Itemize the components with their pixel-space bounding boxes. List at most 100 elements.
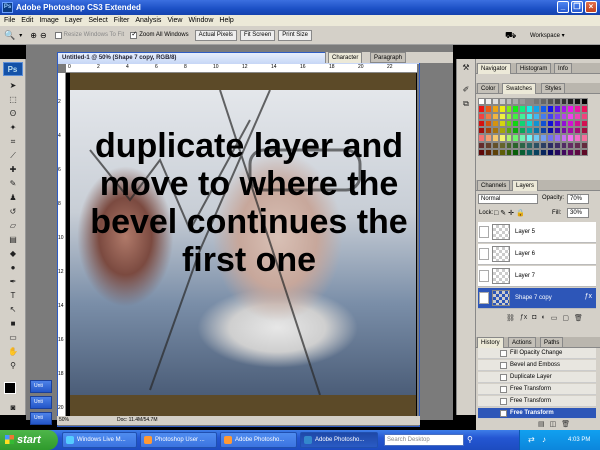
actual-pixels-button[interactable]: Actual Pixels: [194, 29, 237, 41]
layer-row[interactable]: Layer 7: [478, 266, 596, 287]
color-swatch[interactable]: [567, 134, 575, 142]
menu-layer[interactable]: Layer: [65, 17, 83, 24]
color-swatch[interactable]: [484, 141, 492, 149]
blur-tool-icon[interactable]: ◆: [8, 249, 18, 259]
color-swatch[interactable]: [526, 148, 533, 156]
color-swatch[interactable]: [546, 105, 554, 113]
color-swatch[interactable]: [519, 134, 527, 142]
color-swatch[interactable]: [539, 148, 547, 156]
close-button[interactable]: ×: [585, 1, 597, 13]
color-swatch[interactable]: [484, 112, 492, 120]
color-swatch[interactable]: [505, 98, 513, 106]
color-swatch[interactable]: [553, 98, 561, 106]
color-swatch[interactable]: [491, 148, 499, 156]
tab-navigator[interactable]: Navigator: [477, 63, 511, 74]
color-swatch[interactable]: [581, 134, 588, 142]
horizontal-ruler[interactable]: 0 2 4 6 8 10 12 14 16 18 20 22: [66, 64, 417, 73]
layer-visibility-toggle[interactable]: [479, 270, 489, 282]
tab-styles[interactable]: Styles: [541, 83, 566, 94]
healing-brush-tool-icon[interactable]: ✚: [8, 165, 18, 175]
color-swatch[interactable]: [581, 98, 588, 106]
color-swatch[interactable]: [574, 112, 582, 120]
color-swatch[interactable]: [505, 127, 513, 135]
color-swatch[interactable]: [526, 98, 533, 106]
menu-image[interactable]: Image: [39, 17, 58, 24]
tool-presets-icon[interactable]: ⚒: [461, 63, 471, 73]
gradient-tool-icon[interactable]: ▤: [8, 235, 18, 245]
color-swatch[interactable]: [498, 134, 506, 142]
color-swatch[interactable]: [581, 105, 588, 113]
tab-layers[interactable]: Layers: [512, 180, 539, 191]
color-swatch[interactable]: [560, 148, 568, 156]
marquee-tool-icon[interactable]: ⬚: [8, 95, 18, 105]
layer-row[interactable]: Layer 6: [478, 244, 596, 265]
color-swatch[interactable]: [526, 141, 533, 149]
brushes-icon[interactable]: ✐: [461, 85, 471, 95]
layer-visibility-toggle[interactable]: [479, 248, 489, 260]
color-swatch[interactable]: [498, 98, 506, 106]
color-swatch[interactable]: [539, 127, 547, 135]
color-swatch[interactable]: [498, 119, 506, 127]
history-state[interactable]: Duplicate Layer: [478, 372, 596, 383]
crop-tool-icon[interactable]: ⌗: [8, 137, 18, 147]
color-swatch[interactable]: [574, 141, 582, 149]
type-tool-icon[interactable]: T: [8, 291, 18, 301]
tab-history[interactable]: History: [477, 337, 504, 348]
lock-icons[interactable]: □✎✛🔒: [494, 209, 527, 217]
clock[interactable]: 4:03 PM: [568, 430, 590, 450]
eye-icon[interactable]: 👁: [479, 292, 489, 304]
tab-swatches[interactable]: Swatches: [502, 83, 537, 94]
color-swatch[interactable]: [505, 134, 513, 142]
brush-tool-icon[interactable]: ✎: [8, 179, 18, 189]
color-swatch[interactable]: [478, 127, 485, 135]
tab-info[interactable]: Info: [554, 63, 573, 74]
color-swatch[interactable]: [478, 98, 485, 106]
tab-histogram[interactable]: Histogram: [516, 63, 552, 74]
color-swatch[interactable]: [519, 98, 527, 106]
history-state[interactable]: Free Transform: [478, 384, 596, 395]
color-swatch[interactable]: [546, 134, 554, 142]
history-state[interactable]: Free Transform: [478, 396, 596, 407]
path-selection-tool-icon[interactable]: ↖: [8, 305, 18, 315]
taskbar-button[interactable]: Windows Live M...: [62, 432, 137, 448]
menu-analysis[interactable]: Analysis: [135, 17, 161, 24]
color-swatch[interactable]: [484, 134, 492, 142]
new-snapshot-icon[interactable]: ◫: [550, 420, 557, 430]
color-swatch[interactable]: [560, 141, 568, 149]
search-icon[interactable]: ⚲: [467, 435, 473, 444]
menu-window[interactable]: Window: [188, 17, 213, 24]
print-size-button[interactable]: Print Size: [278, 29, 312, 41]
color-swatch[interactable]: [574, 127, 582, 135]
fit-screen-button[interactable]: Fit Screen: [239, 29, 276, 41]
minimized-document[interactable]: Unti: [30, 396, 52, 409]
pen-tool-icon[interactable]: ✒: [8, 277, 18, 287]
color-swatch[interactable]: [567, 112, 575, 120]
lasso-tool-icon[interactable]: ʘ: [8, 109, 18, 119]
color-swatch[interactable]: [560, 134, 568, 142]
tab-color[interactable]: Color: [477, 83, 500, 94]
history-brush-tool-icon[interactable]: ↺: [8, 207, 18, 217]
color-swatch[interactable]: [478, 141, 485, 149]
new-group-icon[interactable]: ▭: [551, 314, 558, 324]
color-swatch[interactable]: [567, 127, 575, 135]
color-swatch[interactable]: [533, 134, 540, 142]
color-swatch[interactable]: [505, 148, 513, 156]
menu-select[interactable]: Select: [88, 17, 107, 24]
color-swatch[interactable]: [553, 134, 561, 142]
workspace-menu[interactable]: Workspace ▾: [530, 32, 565, 39]
tab-actions[interactable]: Actions: [508, 337, 536, 348]
color-swatch[interactable]: [567, 148, 575, 156]
menu-edit[interactable]: Edit: [21, 17, 33, 24]
color-swatch[interactable]: [512, 105, 520, 113]
color-swatch[interactable]: [553, 127, 561, 135]
color-swatch[interactable]: [491, 98, 499, 106]
color-swatch[interactable]: [491, 134, 499, 142]
color-swatch[interactable]: [560, 98, 568, 106]
zoom-all-checkbox[interactable]: [130, 30, 138, 39]
add-mask-icon[interactable]: ◘: [532, 314, 536, 324]
layer-visibility-toggle[interactable]: [479, 226, 489, 238]
tool-preset-dropdown-icon[interactable]: ▾: [19, 32, 22, 39]
move-tool-icon[interactable]: ➤: [8, 81, 18, 91]
color-swatch[interactable]: [533, 148, 540, 156]
color-swatch[interactable]: [519, 119, 527, 127]
